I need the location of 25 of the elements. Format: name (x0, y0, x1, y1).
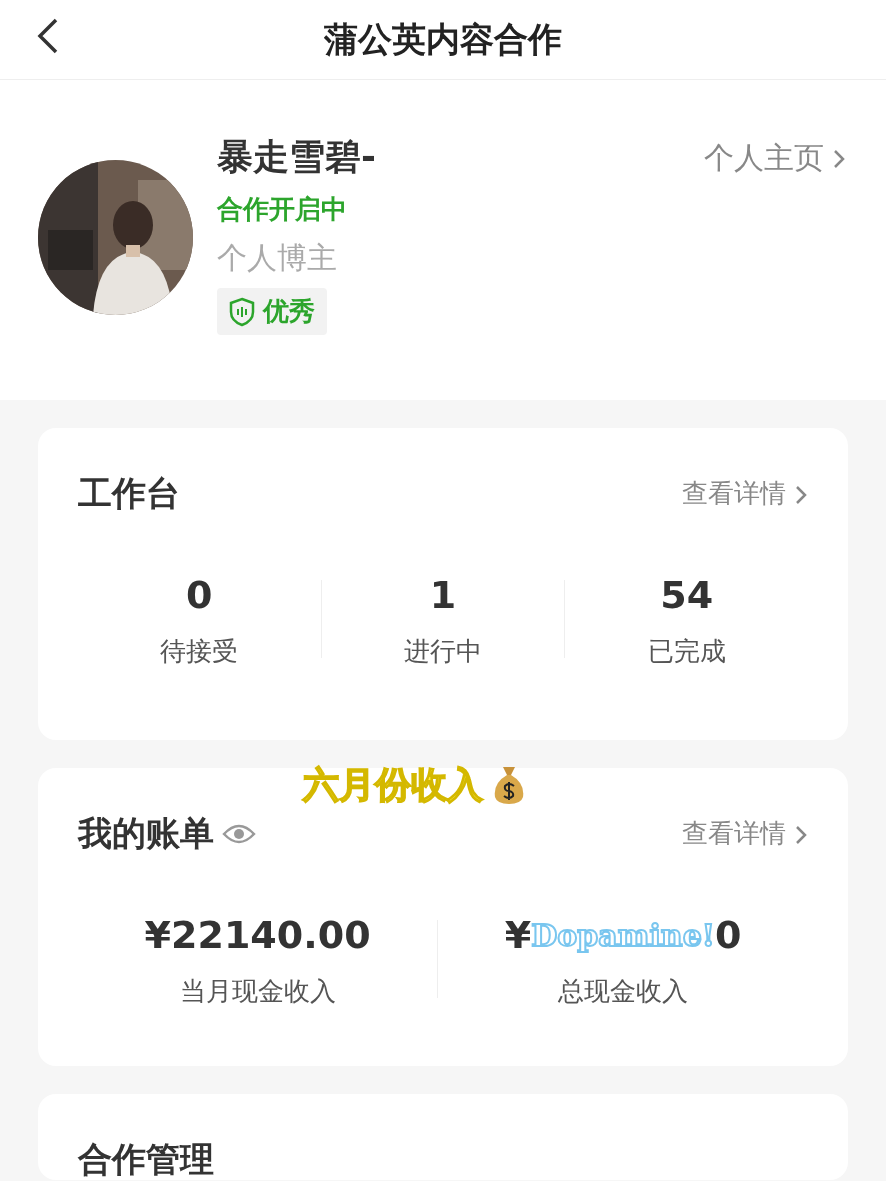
stat-value: 54 (659, 572, 715, 619)
sticker-caption: 六月份收入 (303, 758, 527, 812)
stat-label: 已完成 (646, 635, 727, 668)
stat-label: 进行中 (403, 635, 483, 668)
cooperation-status: 合作开启中 (217, 193, 347, 226)
section-title: 我的账单 (78, 812, 214, 855)
page-title: 蒲公英内容合作 (324, 18, 562, 61)
stat-value: 1 (428, 572, 458, 619)
details-link[interactable]: 查看详情 (682, 814, 808, 853)
stat-value: 0 (185, 572, 214, 619)
section-title: 工作台 (78, 472, 180, 515)
account-type: 个人博主 (217, 239, 337, 277)
monthly-income-value: ¥22140.00 (143, 912, 372, 959)
sticker-text: Dopamine! (531, 917, 715, 955)
total-income-value: 0 (714, 912, 742, 959)
total-income-label: 总现金收入 (558, 975, 689, 1008)
section-title: 合作管理 (78, 1139, 214, 1179)
shield-icon (229, 296, 255, 327)
rating-badge: 优秀 (217, 288, 327, 335)
stat-label: 待接受 (159, 635, 240, 668)
monthly-income-label: 当月现金收入 (178, 975, 337, 1008)
user-name: 暴走雪碧- (217, 135, 376, 179)
details-link[interactable]: 查看详情 (682, 474, 808, 513)
total-income-value: ¥ (504, 912, 532, 959)
homepage-link[interactable]: 个人主页 (704, 134, 846, 180)
